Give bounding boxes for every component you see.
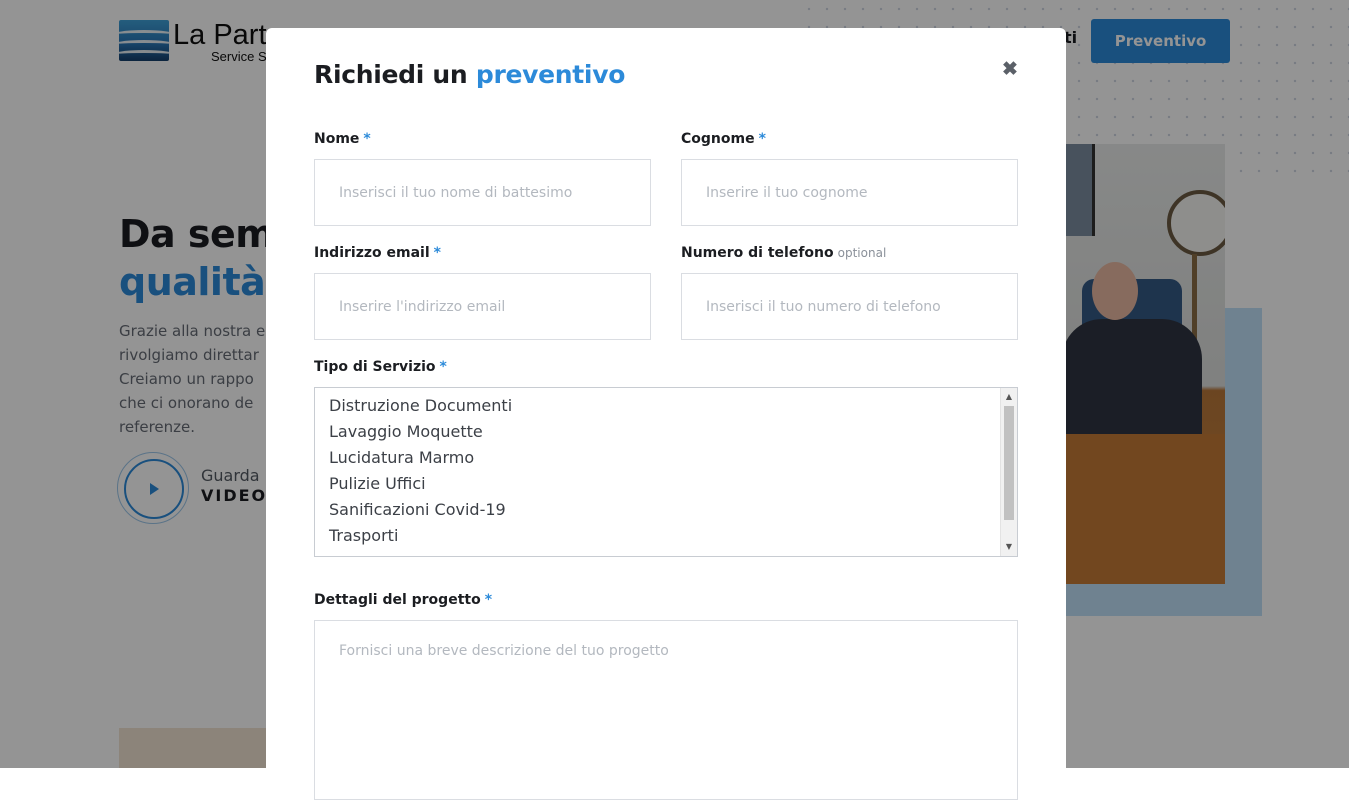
phone-label-text: Numero di telefono	[681, 245, 834, 261]
service-label-text: Tipo di Servizio	[314, 359, 436, 375]
phone-field[interactable]	[681, 273, 1018, 340]
service-select-list[interactable]: Distruzione Documenti Lavaggio Moquette …	[314, 387, 1018, 557]
first-name-label-text: Nome	[314, 131, 360, 147]
email-field[interactable]	[314, 273, 651, 340]
email-label-text: Indirizzo email	[314, 245, 430, 261]
service-option[interactable]: Sanificazioni Covid-19	[315, 497, 1017, 523]
details-label-text: Dettagli del progetto	[314, 592, 481, 608]
service-option[interactable]: Trasporti	[315, 523, 1017, 549]
last-name-label: Cognome *	[681, 131, 766, 147]
scrollbar[interactable]: ▲ ▼	[1000, 388, 1017, 556]
quote-modal: Richiedi un preventivo ✖ Nome* Cognome* …	[266, 28, 1066, 800]
scroll-up-arrow-icon[interactable]: ▲	[1001, 390, 1017, 404]
close-icon[interactable]: ✖	[1000, 60, 1020, 80]
required-mark: *	[484, 592, 493, 608]
email-label: Indirizzo email *	[314, 245, 441, 261]
service-option[interactable]: Lavaggio Moquette	[315, 419, 1017, 445]
modal-title: Richiedi un preventivo	[314, 60, 625, 89]
service-option[interactable]: Pulizie Uffici	[315, 471, 1017, 497]
phone-label: Numero di telefono optional	[681, 245, 886, 261]
service-option[interactable]: Distruzione Documenti	[315, 393, 1017, 419]
details-label: Dettagli del progetto *	[314, 592, 492, 608]
modal-title-prefix: Richiedi un	[314, 60, 468, 89]
required-mark: *	[758, 131, 766, 147]
scroll-thumb[interactable]	[1004, 406, 1014, 520]
project-details-textarea[interactable]	[314, 620, 1018, 800]
modal-title-accent: preventivo	[475, 60, 626, 89]
required-mark: *	[439, 359, 447, 375]
first-name-input[interactable]	[314, 159, 651, 226]
last-name-input[interactable]	[681, 159, 1018, 226]
required-mark: *	[363, 131, 371, 147]
scroll-down-arrow-icon[interactable]: ▼	[1001, 540, 1017, 554]
service-label: Tipo di Servizio *	[314, 359, 447, 375]
first-name-label: Nome *	[314, 131, 371, 147]
service-option[interactable]: Lucidatura Marmo	[315, 445, 1017, 471]
optional-note: optional	[837, 246, 887, 260]
required-mark: *	[433, 245, 441, 261]
last-name-label-text: Cognome	[681, 131, 755, 147]
